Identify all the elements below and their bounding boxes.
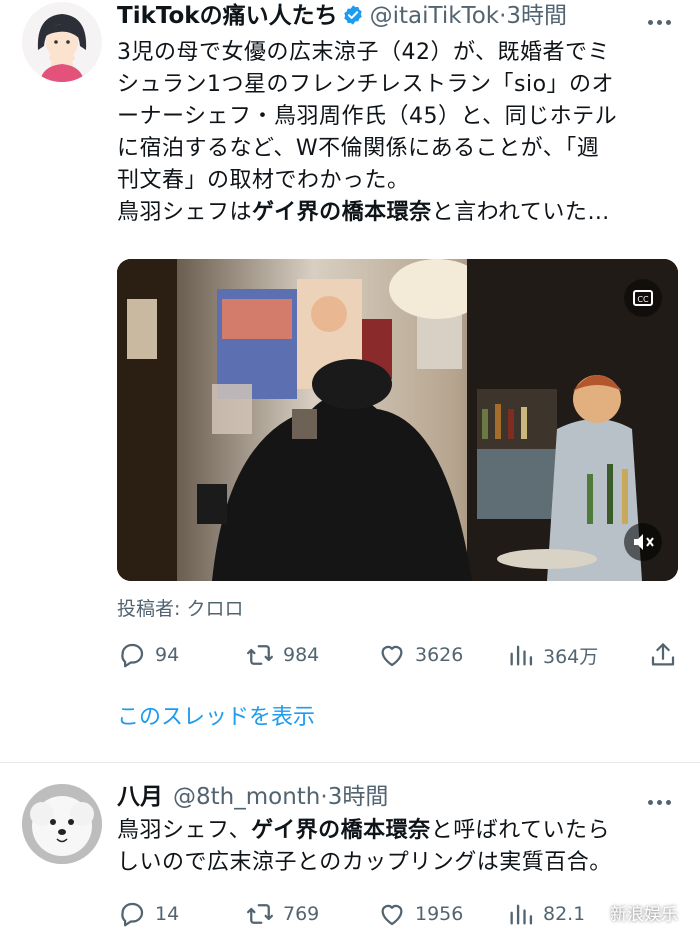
text-segment: 鳥羽シェフは	[117, 200, 253, 225]
reply-button[interactable]: 94	[117, 640, 179, 670]
timestamp[interactable]: 3時間	[328, 784, 389, 810]
retweet-button[interactable]: 984	[245, 640, 319, 670]
views-count: 364万	[543, 645, 599, 668]
reply-button[interactable]: 14	[117, 899, 179, 929]
show-thread-link[interactable]: このスレッドを表示	[117, 703, 315, 733]
reply-count: 14	[155, 903, 180, 925]
tweet-text: 鳥羽シェフ、ゲイ界の橋本環奈と呼ばれていたら しいので広末涼子とのカップリングは…	[117, 815, 677, 879]
retweet-button[interactable]: 769	[245, 899, 319, 929]
tweet-text-line: 刊文春」の取材でわかった。	[117, 168, 410, 193]
verified-badge-icon	[342, 4, 364, 34]
reply-icon	[121, 643, 144, 668]
views-chart-icon	[510, 645, 533, 666]
views-button[interactable]: 364万	[507, 640, 598, 670]
retweet-icon	[247, 645, 273, 665]
video-player[interactable]: CC	[117, 259, 678, 581]
display-name[interactable]: 八月	[117, 784, 163, 810]
mute-icon[interactable]	[624, 523, 662, 561]
text-segment: と言われていた…	[431, 200, 610, 225]
tweet-header: 八月 @8th_month·3時間	[117, 782, 388, 812]
tweet-main[interactable]: TikTokの痛い人たち @itaiTikTok·3時間 3児の母で女優の広末涼子…	[0, 0, 700, 762]
avatar[interactable]	[22, 784, 102, 864]
more-icon[interactable]	[648, 10, 676, 25]
views-count: 82.1	[543, 903, 586, 925]
tweet-text-line: シュラン1つ星のフレンチレストラン「sio」のオ	[117, 72, 615, 97]
bold-text-segment: ゲイ界の橋本環奈	[251, 818, 431, 843]
captions-icon[interactable]: CC	[624, 279, 662, 317]
tweet-text-line: に宿泊するなど、W不倫関係にあることが、「週	[117, 136, 600, 161]
tweet-text: 3児の母で女優の広末涼子（42）が、既婚者でミ シュラン1つ星のフレンチレストラ…	[117, 37, 677, 229]
share-icon	[651, 643, 675, 666]
share-button[interactable]	[648, 640, 678, 670]
display-name[interactable]: TikTokの痛い人たち	[117, 3, 338, 29]
watermark: 新浪娱乐	[580, 900, 678, 925]
separator-dot: ·	[320, 784, 328, 810]
like-count: 1956	[415, 903, 464, 925]
bold-text-segment: ゲイ界の橋本環奈	[252, 200, 432, 225]
tweet-text-line: しいので広末涼子とのカップリングは実質百合。	[117, 850, 612, 875]
avatar[interactable]	[22, 2, 102, 82]
avatar-illustration	[22, 2, 102, 82]
svg-text:CC: CC	[637, 295, 649, 304]
tweet-header: TikTokの痛い人たち @itaiTikTok·3時間	[117, 1, 567, 34]
views-button[interactable]: 82.1	[507, 899, 585, 929]
retweet-count: 769	[283, 903, 320, 925]
retweet-icon	[247, 904, 273, 924]
more-icon[interactable]	[648, 790, 676, 805]
tweet-actions: 94 984 3626 364万	[117, 640, 680, 670]
like-count: 3626	[415, 644, 464, 666]
like-button[interactable]: 3626	[377, 640, 463, 670]
avatar-dog-photo	[22, 784, 102, 864]
timestamp[interactable]: 3時間	[506, 3, 567, 29]
retweet-count: 984	[283, 644, 320, 666]
video-frame	[117, 259, 678, 581]
watermark-text: 新浪娱乐	[610, 905, 678, 925]
reply-count: 94	[155, 644, 180, 666]
tweet-text-line: 鳥羽シェフ、ゲイ界の橋本環奈と呼ばれていたら	[117, 815, 677, 847]
views-chart-icon	[510, 904, 533, 925]
tweet-text-line: ーナーシェフ・鳥羽周作氏（45）と、同じホテル	[117, 104, 618, 129]
text-segment: 鳥羽シェフ、	[117, 818, 252, 843]
tweet-text-line: 3児の母で女優の広末涼子（42）が、既婚者でミ	[117, 40, 611, 65]
text-segment: と呼ばれていたら	[430, 818, 611, 843]
heart-icon	[381, 645, 403, 667]
reply-icon	[121, 902, 144, 927]
handle[interactable]: @8th_month	[173, 784, 320, 810]
weibo-logo-icon	[581, 903, 602, 922]
tweet-text-line-last: 鳥羽シェフはゲイ界の橋本環奈と言われていた…	[117, 197, 677, 229]
heart-icon	[381, 904, 403, 926]
handle[interactable]: @itaiTikTok	[370, 3, 499, 29]
like-button[interactable]: 1956	[377, 899, 463, 929]
media-credit: 投稿者: クロロ	[117, 598, 244, 620]
